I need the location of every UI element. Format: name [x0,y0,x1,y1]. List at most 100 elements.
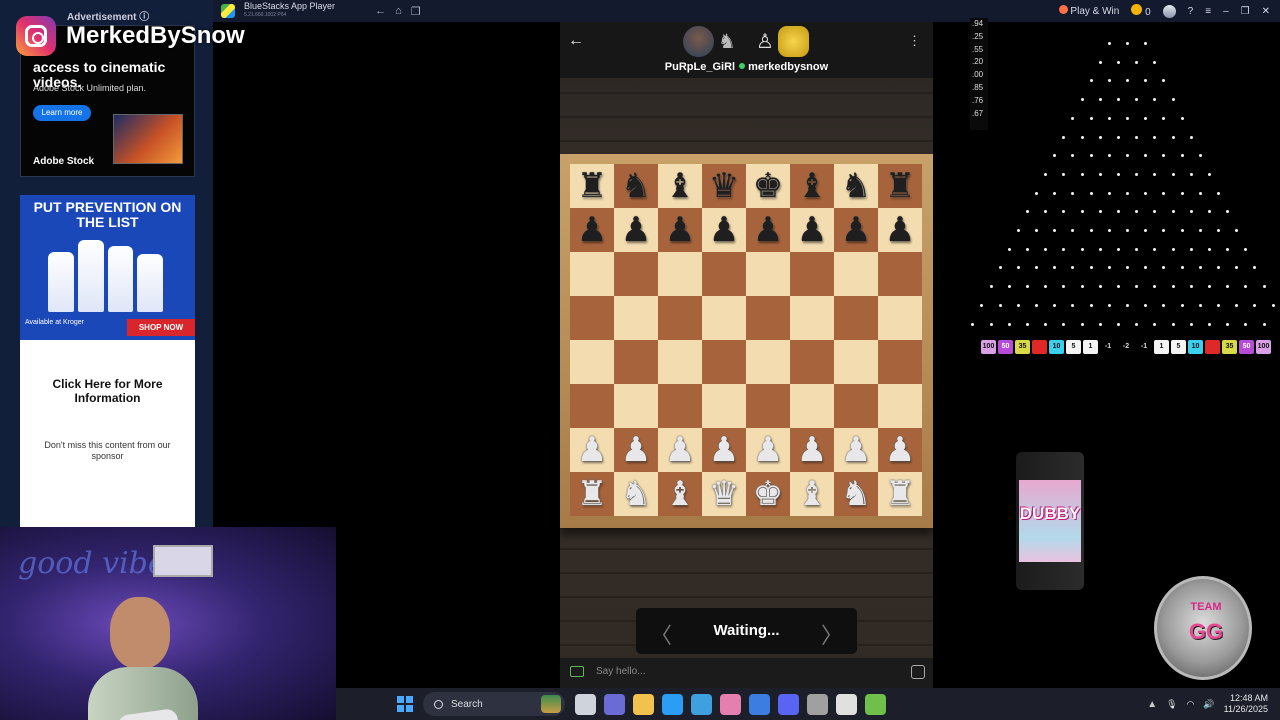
board-square[interactable]: ♟ [658,208,702,252]
board-square[interactable]: ♟ [614,208,658,252]
black-piece[interactable]: ♛ [709,169,739,203]
board-square[interactable]: ♛ [702,164,746,208]
board-square[interactable]: ♚ [746,472,790,516]
coin-balance[interactable]: 0 [1131,4,1151,18]
lysol-ad[interactable]: PUT PREVENTION ON THE LIST Available at … [20,195,195,340]
board-square[interactable] [878,384,922,428]
app-icon[interactable] [720,693,741,715]
next-move-icon[interactable]: 〉 [821,618,843,650]
board-square[interactable] [790,340,834,384]
chess-board[interactable]: ♜ ♞ ♝ ♛ ♚ ♝ ♞ ♜ ♟ ♟ ♟ ♟ ♟ ♟ ♟ ♟ ♟ ♟ ♟ ♟ ♟ ♟ ♟ ♟ ♜ ♞ ♝ ♛ ♚ ♝ ♞ ♜ [570,164,922,516]
board-square[interactable] [878,340,922,384]
board-square[interactable] [790,296,834,340]
board-square[interactable] [702,296,746,340]
back-arrow-icon[interactable]: ← [568,32,584,50]
board-square[interactable] [570,252,614,296]
black-piece[interactable]: ♟ [621,213,651,247]
task-view-icon[interactable] [575,693,596,715]
close-icon[interactable]: ✕ [1262,6,1270,17]
black-piece[interactable]: ♞ [841,169,871,203]
white-piece[interactable]: ♜ [885,477,915,511]
multi-window-icon[interactable]: ❐ [411,5,421,18]
board-square[interactable]: ♟ [878,428,922,472]
restore-icon[interactable]: ❐ [1241,6,1250,17]
board-square[interactable]: ♝ [658,472,702,516]
white-piece[interactable]: ♟ [841,433,871,467]
white-piece[interactable]: ♟ [753,433,783,467]
board-square[interactable] [570,340,614,384]
board-square[interactable]: ♜ [878,472,922,516]
board-square[interactable]: ♟ [746,428,790,472]
board-square[interactable]: ♟ [658,428,702,472]
black-piece[interactable]: ♝ [797,169,827,203]
white-piece[interactable]: ♜ [577,477,607,511]
home-icon[interactable]: ⌂ [395,5,402,18]
menu-icon[interactable]: ≡ [1205,6,1211,17]
more-options-icon[interactable]: ⋮ [908,33,921,49]
file-explorer-icon[interactable] [633,693,654,715]
white-piece[interactable]: ♟ [621,433,651,467]
learn-more-button[interactable]: Learn more [33,105,91,121]
board-square[interactable] [746,296,790,340]
white-piece[interactable]: ♝ [797,477,827,511]
white-piece[interactable]: ♟ [797,433,827,467]
board-square[interactable]: ♜ [570,472,614,516]
board-square[interactable]: ♞ [614,472,658,516]
board-square[interactable] [790,252,834,296]
white-piece[interactable]: ♟ [577,433,607,467]
board-square[interactable]: ♝ [790,164,834,208]
white-piece[interactable]: ♟ [665,433,695,467]
board-square[interactable] [790,384,834,428]
board-square[interactable]: ♟ [790,208,834,252]
black-piece[interactable]: ♜ [577,169,607,203]
teams-icon[interactable] [604,693,625,715]
board-square[interactable]: ♟ [570,208,614,252]
board-square[interactable]: ♞ [834,164,878,208]
black-piece[interactable]: ♚ [753,169,783,203]
black-piece[interactable]: ♞ [621,169,651,203]
sponsor-cta-link[interactable]: Click Here for More Information [20,377,195,405]
board-square[interactable]: ♞ [614,164,658,208]
wifi-icon[interactable]: ◠ [1187,699,1195,710]
windows-start-icon[interactable] [397,696,413,712]
back-icon[interactable]: ← [375,5,386,18]
board-square[interactable]: ♝ [790,472,834,516]
board-square[interactable] [658,384,702,428]
board-square[interactable] [746,384,790,428]
board-square[interactable] [658,340,702,384]
clock[interactable]: 12:48 AM 11/26/2025 [1224,693,1268,715]
play-win-button[interactable]: Play & Win [1058,5,1119,17]
show-hidden-icons-icon[interactable]: ▲ [1147,699,1157,710]
black-piece[interactable]: ♟ [885,213,915,247]
board-square[interactable]: ♟ [702,428,746,472]
board-square[interactable]: ♟ [834,208,878,252]
board-square[interactable] [614,252,658,296]
chat-icon[interactable] [570,666,584,677]
microphone-tray-icon[interactable]: 🎙 [1166,699,1177,710]
board-square[interactable] [658,252,702,296]
board-square[interactable] [834,252,878,296]
store-icon[interactable] [691,693,712,715]
ad-video-thumbnail[interactable] [113,114,183,164]
board-square[interactable] [834,340,878,384]
board-square[interactable]: ♟ [746,208,790,252]
board-square[interactable]: ♜ [878,164,922,208]
board-square[interactable] [570,296,614,340]
board-square[interactable]: ♟ [834,428,878,472]
edge-icon[interactable] [662,693,683,715]
board-square[interactable]: ♟ [702,208,746,252]
board-square[interactable]: ♛ [702,472,746,516]
black-piece[interactable]: ♟ [577,213,607,247]
copilot-icon[interactable] [749,693,770,715]
white-piece[interactable]: ♞ [841,477,871,511]
white-piece[interactable]: ♝ [665,477,695,511]
minimize-icon[interactable]: – [1223,6,1229,17]
chrome-icon[interactable] [836,693,857,715]
board-square[interactable] [702,252,746,296]
board-square[interactable] [834,384,878,428]
bluestacks-icon[interactable] [865,693,886,715]
board-square[interactable] [614,296,658,340]
board-square[interactable]: ♞ [834,472,878,516]
black-piece[interactable]: ♜ [885,169,915,203]
discord-icon[interactable] [778,693,799,715]
